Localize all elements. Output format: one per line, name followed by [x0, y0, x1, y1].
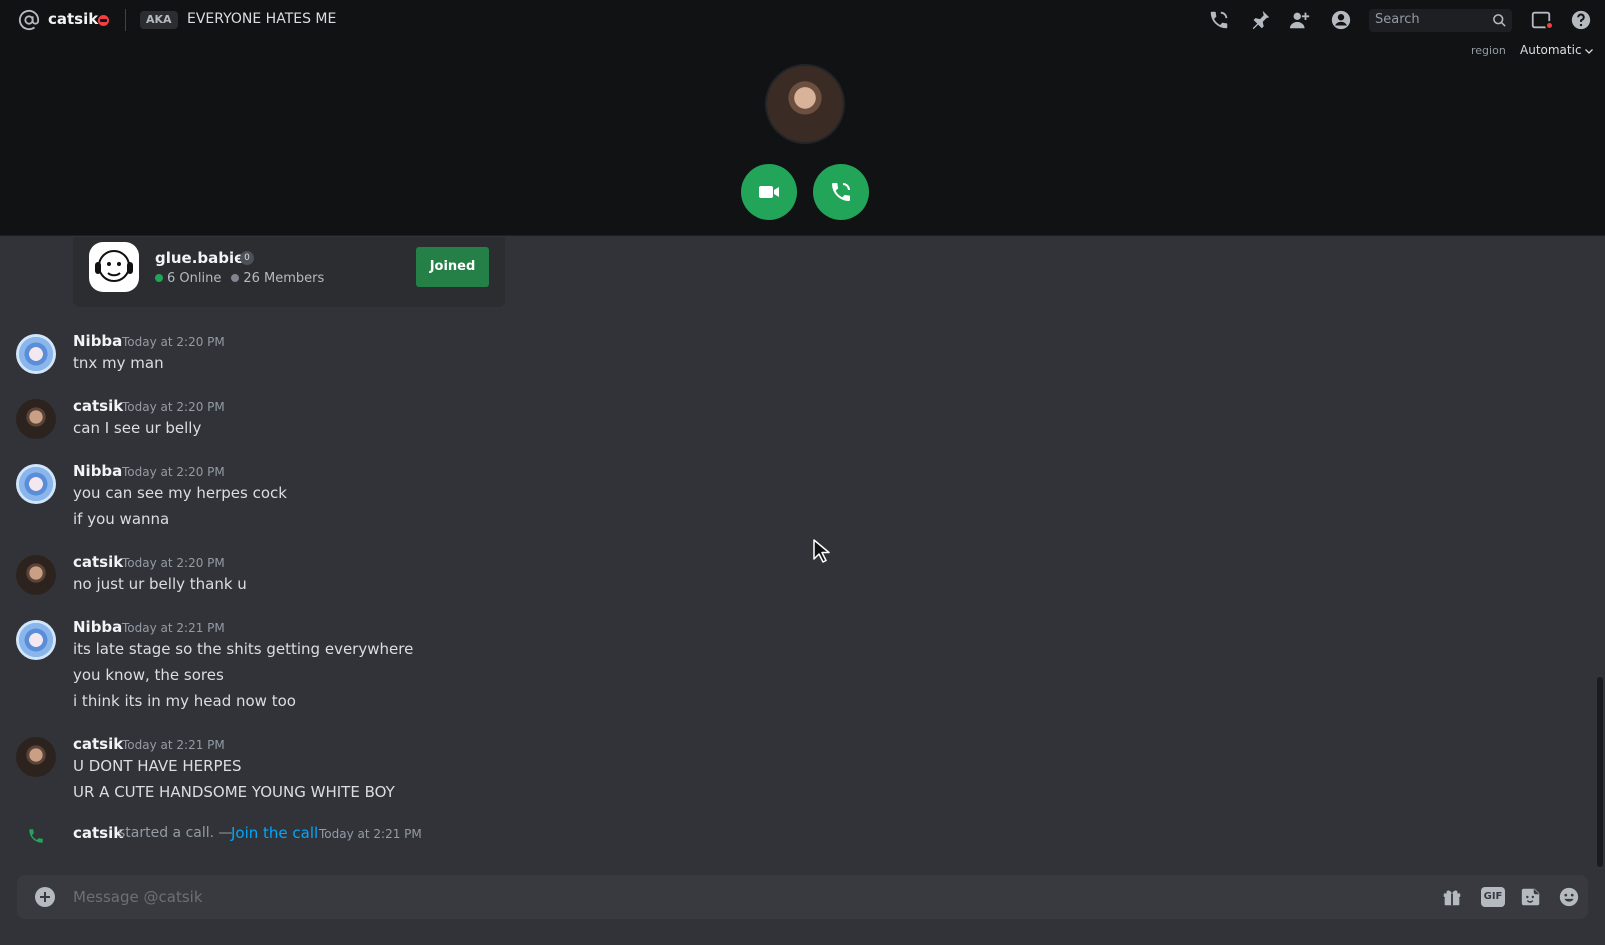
call-timestamp: Today at 2:21 PM	[319, 827, 422, 841]
joined-button[interactable]: Joined	[416, 247, 489, 287]
message-timestamp: Today at 2:21 PM	[122, 738, 225, 752]
message-author[interactable]: catsik	[73, 397, 123, 415]
server-icon-art	[95, 250, 133, 282]
join-voice-button[interactable]	[813, 164, 869, 220]
message-author[interactable]: catsik	[73, 553, 123, 571]
message-timestamp: Today at 2:21 PM	[122, 621, 225, 635]
upload-plus-button[interactable]	[35, 887, 55, 907]
video-camera-icon	[759, 186, 779, 198]
server-stats: 6 Online 26 Members	[155, 271, 324, 286]
message-text: U DONT HAVE HERPES	[73, 757, 242, 775]
call-participant-avatar[interactable]	[765, 64, 845, 144]
avatar[interactable]	[16, 334, 56, 374]
message-list: glue.babies 0 6 Online 26 Members Joined …	[0, 237, 1605, 867]
server-invite-card: glue.babies 0 6 Online 26 Members Joined	[73, 237, 505, 307]
mouse-cursor-icon	[813, 539, 830, 563]
message-author[interactable]: Nibba	[73, 462, 122, 480]
inbox-notification-dot	[1545, 21, 1554, 30]
server-badge: 0	[240, 251, 254, 265]
avatar[interactable]	[16, 464, 56, 504]
phone-icon	[29, 829, 43, 843]
sticker-icon[interactable]	[1520, 886, 1542, 908]
message-text: UR A CUTE HANDSOME YOUNG WHITE BOY	[73, 783, 395, 801]
gif-icon[interactable]: GIF	[1481, 887, 1505, 907]
dnd-status-icon	[98, 15, 109, 26]
server-icon[interactable]	[89, 242, 139, 292]
call-started-message: catsik started a call. — Join the call T…	[0, 823, 1000, 847]
scrollbar-thumb[interactable]	[1597, 677, 1603, 867]
join-call-link[interactable]: Join the call	[231, 824, 318, 842]
avatar[interactable]	[16, 620, 56, 660]
message-author[interactable]: Nibba	[73, 332, 122, 350]
avatar[interactable]	[16, 399, 56, 439]
search-icon	[1493, 14, 1506, 27]
online-dot-icon	[155, 274, 163, 282]
dm-title[interactable]: catsik	[48, 10, 98, 28]
region-label: region	[1471, 44, 1506, 57]
user-profile-icon[interactable]	[1330, 9, 1352, 31]
members-dot-icon	[231, 274, 240, 282]
message-timestamp: Today at 2:20 PM	[122, 400, 225, 414]
add-friend-icon[interactable]	[1289, 9, 1311, 31]
call-author[interactable]: catsik	[73, 824, 123, 842]
message-author[interactable]: Nibba	[73, 618, 122, 636]
call-area: catsik AKA EVERYONE HATES ME Search regi…	[0, 0, 1605, 236]
header-divider	[125, 9, 126, 31]
message-text: tnx my man	[73, 354, 164, 372]
message-composer: GIF	[17, 875, 1588, 919]
avatar[interactable]	[16, 737, 56, 777]
message-text: you know, the sores	[73, 666, 224, 684]
region-select[interactable]: Automatic	[1520, 43, 1582, 57]
phone-call-icon	[832, 183, 850, 201]
chat-scrollbar[interactable]	[1597, 237, 1603, 867]
avatar[interactable]	[16, 555, 56, 595]
help-icon[interactable]	[1570, 9, 1592, 31]
message-author[interactable]: catsik	[73, 735, 123, 753]
pin-icon[interactable]	[1249, 9, 1271, 31]
search-box[interactable]: Search	[1369, 9, 1512, 32]
message-text: you can see my herpes cock	[73, 484, 287, 502]
chevron-down-icon[interactable]	[1583, 45, 1595, 57]
message-text: i think its in my head now too	[73, 692, 296, 710]
message-text: no just ur belly thank u	[73, 575, 247, 593]
at-sign-icon	[18, 9, 40, 31]
message-timestamp: Today at 2:20 PM	[122, 556, 225, 570]
aka-text: EVERYONE HATES ME	[187, 11, 337, 27]
message-timestamp: Today at 2:20 PM	[122, 465, 225, 479]
call-icon[interactable]	[1208, 9, 1230, 31]
member-count: 26 Members	[243, 271, 325, 286]
message-text: if you wanna	[73, 510, 170, 528]
search-placeholder: Search	[1375, 12, 1420, 27]
message-timestamp: Today at 2:20 PM	[122, 335, 225, 349]
online-count: 6 Online	[167, 271, 222, 286]
message-text: can I see ur belly	[73, 419, 202, 437]
top-bar: catsik AKA EVERYONE HATES ME Search	[0, 0, 1605, 40]
aka-badge: AKA	[140, 11, 178, 29]
gift-icon[interactable]	[1441, 886, 1463, 908]
server-name[interactable]: glue.babies	[155, 249, 253, 267]
call-started-text: started a call. —	[118, 825, 233, 841]
join-video-button[interactable]	[741, 164, 797, 220]
emoji-icon[interactable]	[1558, 886, 1580, 908]
message-text: its late stage so the shits getting ever…	[73, 640, 414, 658]
message-input[interactable]	[73, 886, 1373, 908]
